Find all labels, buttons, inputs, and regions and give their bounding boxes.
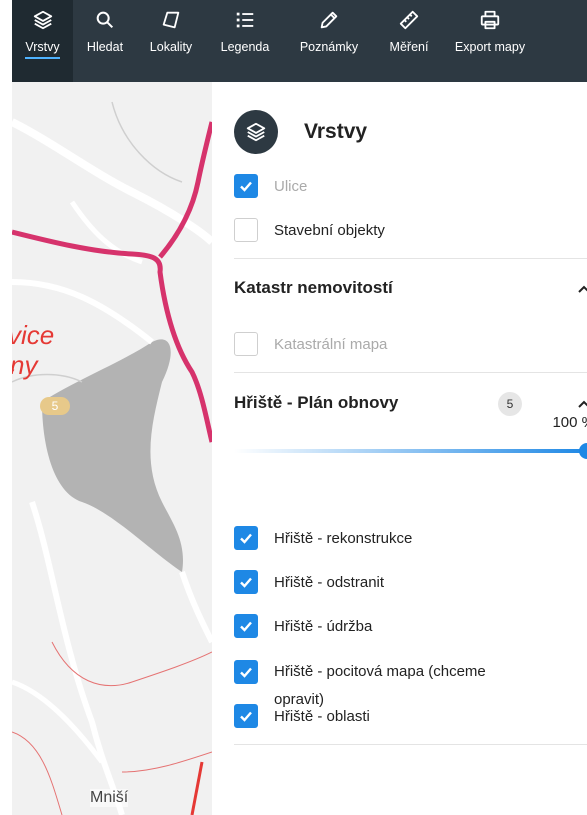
tool-label: Lokality bbox=[149, 40, 193, 54]
divider bbox=[234, 744, 587, 745]
layers-icon bbox=[32, 0, 54, 40]
layer-label: Hřiště - rekonstrukce bbox=[274, 529, 413, 547]
map-road-number: 7 bbox=[12, 366, 14, 382]
tool-label: Vrstvy bbox=[25, 40, 60, 59]
layer-label: Katastrální mapa bbox=[274, 335, 388, 353]
opacity-slider-track[interactable] bbox=[234, 449, 587, 453]
layer-checkbox[interactable] bbox=[234, 704, 258, 728]
ruler-icon bbox=[398, 0, 420, 40]
layer-row[interactable]: Stavební objekty bbox=[234, 218, 385, 242]
layer-row[interactable]: Ulice bbox=[234, 174, 307, 198]
layer-row[interactable]: Hřiště - odstranit bbox=[234, 570, 384, 594]
layer-count-badge: 5 bbox=[498, 392, 522, 416]
printer-icon bbox=[479, 0, 501, 40]
tool-export-mapy[interactable]: Export mapy bbox=[445, 0, 535, 82]
map-town-label: Mniší bbox=[90, 789, 129, 807]
list-icon bbox=[234, 0, 256, 40]
map-place-label: vice bbox=[12, 320, 55, 350]
divider bbox=[234, 372, 587, 373]
tool-poznamky[interactable]: Poznámky bbox=[285, 0, 373, 82]
layer-label: Ulice bbox=[274, 177, 308, 195]
layer-checkbox[interactable] bbox=[234, 218, 258, 242]
layers-icon bbox=[234, 110, 278, 154]
pencil-icon bbox=[318, 0, 340, 40]
tool-label: Legenda bbox=[220, 40, 270, 54]
chevron-up-icon[interactable] bbox=[577, 397, 587, 411]
tool-legenda[interactable]: Legenda bbox=[205, 0, 285, 82]
tool-hledat[interactable]: Hledat bbox=[73, 0, 137, 82]
road-number-badge: 5 bbox=[40, 397, 70, 415]
layer-checkbox[interactable] bbox=[234, 660, 258, 684]
map-place-label: ny bbox=[12, 350, 38, 380]
tool-lokality[interactable]: Lokality bbox=[137, 0, 205, 82]
map-view[interactable]: vice ny 7 5 Mniší bbox=[12, 82, 212, 815]
polygon-icon bbox=[160, 0, 182, 40]
map-canvas bbox=[12, 101, 212, 815]
layers-panel: Vrstvy Ulice Stavební objekty Katastr ne… bbox=[212, 82, 587, 815]
opacity-slider-handle[interactable] bbox=[579, 443, 587, 459]
opacity-value: 100 % bbox=[552, 414, 587, 431]
layer-label: Hřiště - oblasti bbox=[274, 707, 370, 725]
group-title-hriste[interactable]: Hřiště - Plán obnovy bbox=[234, 393, 398, 413]
tool-label: Poznámky bbox=[299, 40, 359, 54]
divider bbox=[234, 258, 587, 259]
layer-label: Stavební objekty bbox=[274, 221, 385, 239]
layer-row[interactable]: Hřiště - oblasti bbox=[234, 704, 370, 728]
tool-vrstvy[interactable]: Vrstvy bbox=[12, 0, 73, 82]
layer-checkbox[interactable] bbox=[234, 174, 258, 198]
top-toolbar: Vrstvy Hledat Lokality Legenda Poznámky … bbox=[12, 0, 587, 82]
chevron-up-icon[interactable] bbox=[577, 282, 587, 296]
layer-checkbox[interactable] bbox=[234, 570, 258, 594]
panel-title: Vrstvy bbox=[304, 120, 368, 143]
layer-checkbox[interactable] bbox=[234, 332, 258, 356]
tool-label: Měření bbox=[389, 40, 429, 54]
search-icon bbox=[94, 0, 116, 40]
layer-label: Hřiště - odstranit bbox=[274, 573, 385, 591]
panel-header: Vrstvy bbox=[234, 110, 367, 154]
tool-label: Export mapy bbox=[454, 40, 526, 54]
layer-row[interactable]: Katastrální mapa bbox=[234, 332, 387, 356]
layer-label-line: Hřiště - pocitová mapa (chceme bbox=[274, 663, 486, 680]
tool-label: Hledat bbox=[86, 40, 124, 54]
layer-row[interactable]: Hřiště - rekonstrukce bbox=[234, 526, 412, 550]
tool-mereni[interactable]: Měření bbox=[373, 0, 445, 82]
layer-row[interactable]: Hřiště - pocitová mapa (chceme opravit) bbox=[234, 628, 486, 714]
group-title-katastr[interactable]: Katastr nemovitostí bbox=[234, 278, 393, 298]
layer-checkbox[interactable] bbox=[234, 526, 258, 550]
